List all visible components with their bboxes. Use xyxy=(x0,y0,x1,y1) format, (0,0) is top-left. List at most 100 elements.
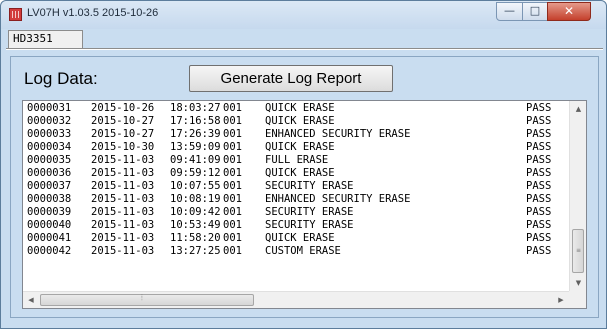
log-row[interactable]: 0000038 2015-11-03 10:08:19 001 ENHANCED SEC… xyxy=(27,193,557,206)
log-code: 001 xyxy=(223,115,242,127)
log-row[interactable]: 0000031 2015-10-26 18:03:27 001 QUICK ERASE P… xyxy=(27,102,557,115)
log-row[interactable]: 0000042 2015-11-03 13:27:25 001 CUSTOM ERASE… xyxy=(27,245,557,258)
scroll-right-icon[interactable]: ▶ xyxy=(553,292,569,308)
log-operation: QUICK ERASE xyxy=(265,141,335,153)
log-time: 17:26:39 xyxy=(170,128,221,140)
log-row[interactable]: 0000034 2015-10-30 13:59:09 001 QUICK ERASE P… xyxy=(27,141,557,154)
log-id: 0000040 xyxy=(27,219,72,231)
log-result: PASS xyxy=(526,219,552,231)
log-date: 2015-10-27 xyxy=(91,128,155,140)
log-operation: SECURITY ERASE xyxy=(265,180,354,192)
log-time: 13:27:25 xyxy=(170,245,221,257)
log-id: 0000041 xyxy=(27,232,72,244)
log-time: 10:07:55 xyxy=(170,180,221,192)
log-code: 001 xyxy=(223,193,242,205)
log-code: 001 xyxy=(223,167,242,179)
log-row[interactable]: 0000035 2015-11-03 09:41:09 001 FULL ERASE PA… xyxy=(27,154,557,167)
log-result: PASS xyxy=(526,206,552,218)
log-data-label: Log Data: xyxy=(24,69,98,88)
log-code: 001 xyxy=(223,245,242,257)
log-result: PASS xyxy=(526,102,552,114)
log-operation: SECURITY ERASE xyxy=(265,219,354,231)
log-result: PASS xyxy=(526,115,552,127)
log-date: 2015-10-26 xyxy=(91,102,155,114)
log-code: 001 xyxy=(223,180,242,192)
log-result: PASS xyxy=(526,193,552,205)
log-id: 0000033 xyxy=(27,128,72,140)
log-code: 001 xyxy=(223,232,242,244)
log-panel: Log Data: Generate Log Report 0000031 201… xyxy=(10,56,599,318)
log-id: 0000034 xyxy=(27,141,72,153)
log-operation: QUICK ERASE xyxy=(265,102,335,114)
log-date: 2015-11-03 xyxy=(91,245,155,257)
log-row[interactable]: 0000037 2015-11-03 10:07:55 001 SECURITY ERA… xyxy=(27,180,557,193)
log-operation: QUICK ERASE xyxy=(265,167,335,179)
grip-icon: ⦙ xyxy=(141,293,143,302)
close-button[interactable]: ✕ xyxy=(547,2,591,21)
app-window: LV07H v1.03.5 2015-10-26 — □ ✕ HD3351 Lo… xyxy=(0,0,607,329)
log-code: 001 xyxy=(223,102,242,114)
log-result: PASS xyxy=(526,167,552,179)
log-operation: ENHANCED SECURITY ERASE xyxy=(265,128,411,140)
log-row[interactable]: 0000032 2015-10-27 17:16:58 001 QUICK ERASE P… xyxy=(27,115,557,128)
log-id: 0000039 xyxy=(27,206,72,218)
scroll-left-icon[interactable]: ◀ xyxy=(23,292,39,308)
log-id: 0000037 xyxy=(27,180,72,192)
log-result: PASS xyxy=(526,232,552,244)
scroll-up-icon[interactable]: ▲ xyxy=(570,101,586,117)
log-row[interactable]: 0000041 2015-11-03 11:58:20 001 QUICK ERASE P… xyxy=(27,232,557,245)
log-listbox[interactable]: 0000031 2015-10-26 18:03:27 001 QUICK ERASE P… xyxy=(22,100,587,309)
log-operation: SECURITY ERASE xyxy=(265,206,354,218)
horizontal-scroll-thumb[interactable]: ⦙ xyxy=(40,293,254,306)
log-result: PASS xyxy=(526,245,552,257)
log-code: 001 xyxy=(223,219,242,231)
log-date: 2015-11-03 xyxy=(91,154,155,166)
title-bar[interactable]: LV07H v1.03.5 2015-10-26 — □ ✕ xyxy=(1,1,606,29)
log-row[interactable]: 0000036 2015-11-03 09:59:12 001 QUICK ERASE P… xyxy=(27,167,557,180)
log-time: 17:16:58 xyxy=(170,115,221,127)
log-row[interactable]: 0000033 2015-10-27 17:26:39 001 ENHANCED SEC… xyxy=(27,128,557,141)
log-row[interactable]: 0000039 2015-11-03 10:09:42 001 SECURITY ERA… xyxy=(27,206,557,219)
log-rows: 0000031 2015-10-26 18:03:27 001 QUICK ERASE P… xyxy=(27,102,557,258)
log-id: 0000036 xyxy=(27,167,72,179)
log-operation: ENHANCED SECURITY ERASE xyxy=(265,193,411,205)
scrollbar-corner xyxy=(569,291,586,308)
vertical-scroll-thumb[interactable]: ≡ xyxy=(572,229,584,273)
log-result: PASS xyxy=(526,154,552,166)
log-date: 2015-10-27 xyxy=(91,115,155,127)
log-code: 001 xyxy=(223,154,242,166)
vertical-scrollbar[interactable]: ▲ ≡ ▼ xyxy=(569,101,586,291)
generate-log-report-button[interactable]: Generate Log Report xyxy=(189,65,393,92)
log-date: 2015-10-30 xyxy=(91,141,155,153)
log-operation: QUICK ERASE xyxy=(265,115,335,127)
log-id: 0000032 xyxy=(27,115,72,127)
log-time: 09:41:09 xyxy=(170,154,221,166)
log-date: 2015-11-03 xyxy=(91,219,155,231)
log-code: 001 xyxy=(223,141,242,153)
log-operation: CUSTOM ERASE xyxy=(265,245,341,257)
log-code: 001 xyxy=(223,206,242,218)
app-icon xyxy=(9,8,22,21)
log-time: 13:59:09 xyxy=(170,141,221,153)
tab-hd3351[interactable]: HD3351 xyxy=(8,30,83,48)
maximize-button[interactable]: □ xyxy=(522,2,548,21)
log-operation: FULL ERASE xyxy=(265,154,329,166)
log-time: 09:59:12 xyxy=(170,167,221,179)
log-code: 001 xyxy=(223,128,242,140)
log-time: 10:09:42 xyxy=(170,206,221,218)
log-id: 0000042 xyxy=(27,245,72,257)
log-operation: QUICK ERASE xyxy=(265,232,335,244)
scroll-down-icon[interactable]: ▼ xyxy=(570,275,586,291)
log-row[interactable]: 0000040 2015-11-03 10:53:49 001 SECURITY ERA… xyxy=(27,219,557,232)
log-date: 2015-11-03 xyxy=(91,180,155,192)
log-time: 10:53:49 xyxy=(170,219,221,231)
tab-divider xyxy=(6,48,603,50)
log-date: 2015-11-03 xyxy=(91,232,155,244)
horizontal-scrollbar[interactable]: ◀ ⦙ ▶ xyxy=(23,291,569,308)
minimize-button[interactable]: — xyxy=(496,2,523,21)
log-id: 0000031 xyxy=(27,102,72,114)
grip-icon: ≡ xyxy=(576,247,582,254)
window-title: LV07H v1.03.5 2015-10-26 xyxy=(27,7,159,19)
log-date: 2015-11-03 xyxy=(91,206,155,218)
log-date: 2015-11-03 xyxy=(91,167,155,179)
